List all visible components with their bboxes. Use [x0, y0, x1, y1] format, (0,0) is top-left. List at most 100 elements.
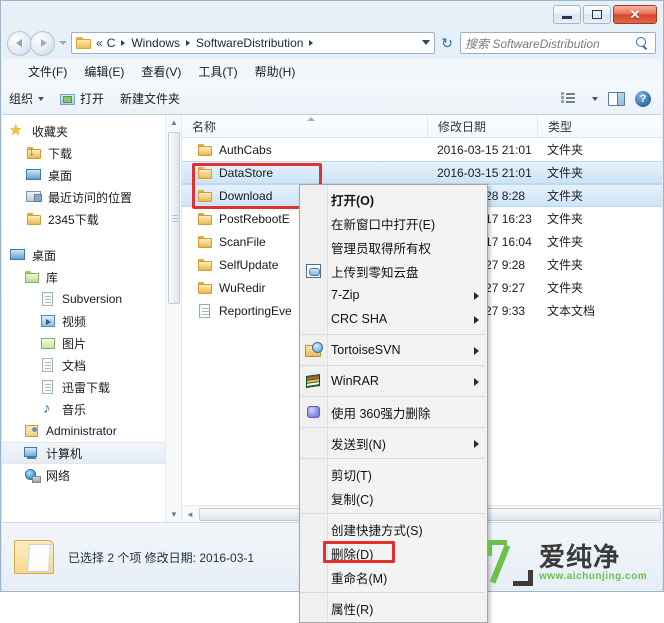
sidebar-item-pictures[interactable]: 图片 [2, 332, 181, 354]
sidebar-item-desktop-root[interactable]: 桌面 [2, 244, 181, 266]
organize-button[interactable]: 组织 [9, 90, 45, 107]
preview-pane-icon[interactable] [608, 91, 625, 106]
open-button[interactable]: 打开 [60, 90, 104, 107]
computer-icon [24, 446, 40, 461]
context-menu-item-tortoisesvn[interactable]: TortoiseSVN [300, 338, 487, 362]
search-box[interactable]: 搜索 SoftwareDistribution [460, 32, 656, 54]
sidebar-item-downloads[interactable]: 下载 [2, 142, 181, 164]
minimize-button[interactable] [553, 5, 581, 24]
context-menu-label: 发送到(N) [331, 437, 386, 452]
context-menu-item-rename[interactable]: 重命名(M) [300, 565, 487, 589]
breadcrumb-separator-icon[interactable] [121, 40, 126, 46]
file-type: 文件夹 [547, 235, 584, 249]
text-document-icon [197, 303, 213, 318]
window-controls: ✕ [553, 5, 657, 24]
context-menu-item-360-force-delete[interactable]: 使用 360强力删除 [300, 400, 487, 424]
context-menu-item-cut[interactable]: 剪切(T) [300, 462, 487, 486]
scroll-up-icon[interactable]: ▲ [166, 115, 181, 130]
context-menu-item-take-ownership[interactable]: 管理员取得所有权 [300, 235, 487, 259]
back-button[interactable] [7, 30, 32, 56]
sidebar-item-computer[interactable]: 计算机 [2, 442, 181, 464]
file-name: WuRedir [219, 280, 266, 295]
chevron-down-icon [38, 96, 45, 101]
context-menu-label: 7-Zip [331, 288, 360, 302]
context-menu-item-properties[interactable]: 属性(R) [300, 596, 487, 620]
music-icon [40, 400, 56, 417]
sidebar-item-label: 库 [46, 270, 59, 285]
menu-tools[interactable]: 工具(T) [198, 63, 237, 80]
sidebar-item-label: 计算机 [46, 446, 83, 461]
context-menu-label: 创建快捷方式(S) [331, 523, 423, 538]
context-menu-item-winrar[interactable]: WinRAR [300, 369, 487, 393]
minimize-icon [562, 16, 572, 19]
address-bar[interactable]: « C Windows SoftwareDistribution [71, 32, 435, 54]
scrollbar-thumb[interactable] [168, 132, 180, 304]
context-menu-item-open-new-window[interactable]: 在新窗口中打开(E) [300, 211, 487, 235]
refresh-button[interactable]: ↻ [436, 32, 458, 54]
context-menu-item-send-to[interactable]: 发送到(N) [300, 431, 487, 455]
sidebar-item-administrator[interactable]: Administrator [2, 420, 181, 442]
sidebar-item-libraries[interactable]: 库 [2, 266, 181, 288]
table-row[interactable]: DataStore 2016-03-15 21:01 文件夹 [182, 161, 662, 184]
menu-file[interactable]: 文件(F) [28, 63, 67, 80]
sidebar-item-desktop[interactable]: 桌面 [2, 164, 181, 186]
organize-label: 组织 [9, 92, 34, 106]
column-header-type[interactable]: 类型 [537, 115, 662, 137]
chevron-down-icon[interactable] [592, 96, 598, 101]
context-menu-item-crc-sha[interactable]: CRC SHA [300, 307, 487, 331]
sidebar-item-label: 网络 [46, 468, 71, 483]
menu-view[interactable]: 查看(V) [141, 63, 181, 80]
context-menu-separator [300, 513, 485, 514]
menu-help[interactable]: 帮助(H) [255, 63, 296, 80]
breadcrumb-separator-icon[interactable] [309, 40, 314, 46]
list-view-icon[interactable] [561, 91, 577, 106]
address-dropdown-icon[interactable] [422, 40, 430, 45]
submenu-arrow-icon [474, 440, 479, 448]
close-button[interactable]: ✕ [613, 5, 657, 24]
history-dropdown-icon[interactable] [57, 36, 69, 50]
sidebar-item-music[interactable]: 音乐 [2, 398, 181, 420]
table-row[interactable]: AuthCabs 2016-03-15 21:01 文件夹 [182, 138, 662, 161]
file-type: 文件夹 [547, 189, 584, 203]
download-folder-icon [26, 146, 42, 161]
context-menu-item-copy[interactable]: 复制(C) [300, 486, 487, 510]
sidebar-item-thunder-download[interactable]: 迅雷下载 [2, 376, 181, 398]
sidebar-item-videos[interactable]: 视频 [2, 310, 181, 332]
context-menu-label: 重命名(M) [331, 571, 388, 586]
context-menu-item-delete[interactable]: 删除(D) [300, 541, 487, 565]
sidebar-item-favorites[interactable]: 收藏夹 [2, 120, 181, 142]
column-header-name[interactable]: 名称 [182, 115, 427, 137]
context-menu-item-upload-cloud[interactable]: 上传到零知云盘 [300, 259, 487, 283]
refresh-icon: ↻ [441, 34, 453, 51]
scroll-down-icon[interactable]: ▼ [166, 507, 181, 522]
sidebar-item-subversion[interactable]: Subversion [2, 288, 181, 310]
breadcrumb-item-1[interactable]: Windows [128, 36, 183, 50]
context-menu-item-open[interactable]: 打开(O) [300, 187, 487, 211]
help-icon[interactable]: ? [635, 90, 651, 107]
scroll-left-icon[interactable]: ◄ [182, 506, 198, 522]
sidebar-item-recent-places[interactable]: 最近访问的位置 [2, 186, 181, 208]
column-header-date[interactable]: 修改日期 [427, 115, 537, 137]
breadcrumb-item-0[interactable]: C [104, 36, 119, 50]
maximize-button[interactable] [583, 5, 611, 24]
new-folder-button[interactable]: 新建文件夹 [120, 90, 180, 107]
close-icon: ✕ [629, 7, 641, 22]
context-menu-item-7zip[interactable]: 7-Zip [300, 283, 487, 307]
menu-edit[interactable]: 编辑(E) [84, 63, 124, 80]
sidebar-item-label: 桌面 [48, 168, 73, 183]
sidebar-item-network[interactable]: 网络 [2, 464, 181, 486]
open-label: 打开 [80, 92, 105, 106]
submenu-arrow-icon [474, 316, 479, 324]
sidebar-item-2345download[interactable]: 2345下载 [2, 208, 181, 230]
sidebar-item-documents[interactable]: 文档 [2, 354, 181, 376]
forward-button[interactable] [30, 30, 55, 56]
folder-icon [26, 212, 42, 227]
breadcrumb-overflow-icon[interactable]: « [96, 36, 103, 50]
search-input[interactable]: 搜索 SoftwareDistribution [465, 35, 636, 52]
context-menu-separator [300, 396, 485, 397]
breadcrumb-item-2[interactable]: SoftwareDistribution [193, 36, 306, 50]
breadcrumb-separator-icon[interactable] [186, 40, 191, 46]
context-menu-item-create-shortcut[interactable]: 创建快捷方式(S) [300, 517, 487, 541]
navigation-scrollbar[interactable]: ▲ ▼ [165, 115, 181, 522]
status-text: 已选择 2 个项 修改日期: 2016-03-1 [68, 550, 255, 565]
